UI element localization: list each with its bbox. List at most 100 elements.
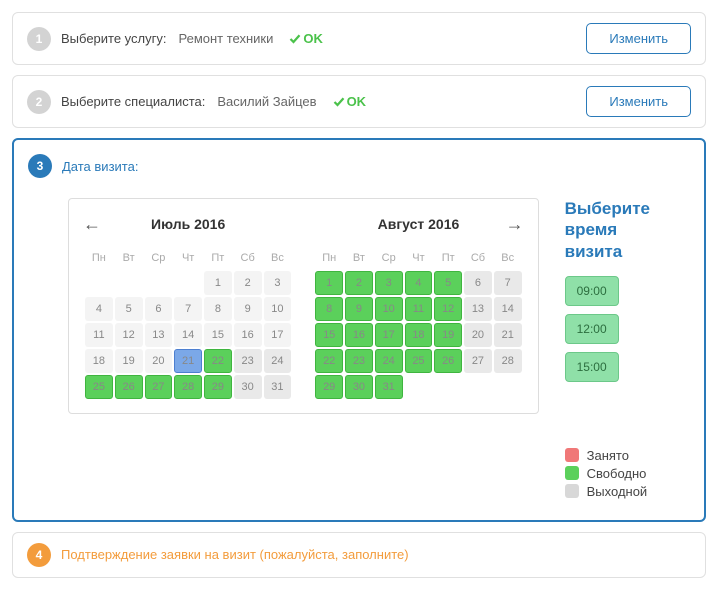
day-cell: 1 [204,271,232,295]
day-cell: 28 [494,349,522,373]
time-panel: Выберите время визита 09:0012:0015:00 За… [565,198,650,502]
day-cell[interactable]: 12 [434,297,462,321]
day-cell[interactable]: 9 [345,297,373,321]
legend-free: Свободно [587,466,647,481]
day-cell: 17 [264,323,292,347]
day-empty [115,271,143,295]
dow-header: Пт [434,247,462,269]
day-cell[interactable]: 15 [315,323,343,347]
dow-header: Сб [234,247,262,269]
day-cell: 31 [264,375,292,399]
check-icon [289,33,301,45]
dow-header: Вс [494,247,522,269]
time-slot[interactable]: 15:00 [565,352,619,382]
month-title: Август 2016 [378,216,460,232]
day-cell[interactable]: 1 [315,271,343,295]
day-cell[interactable]: 26 [434,349,462,373]
step-label: Дата визита: [62,159,138,174]
ok-text: OK [347,94,367,109]
step-number: 3 [28,154,52,178]
ok-badge: OK [333,94,367,109]
step-specialist: 2 Выберите специалиста: Василий Зайцев O… [12,75,706,128]
day-cell[interactable]: 22 [204,349,232,373]
prev-month-button[interactable]: ← [83,214,101,235]
check-icon [333,96,345,108]
day-cell: 2 [234,271,262,295]
swatch-off [565,484,579,498]
step-label: Выберите услугу: [61,31,166,46]
day-cell[interactable]: 25 [85,375,113,399]
day-cell[interactable]: 16 [345,323,373,347]
time-slot[interactable]: 12:00 [565,314,619,344]
specialist-value: Василий Зайцев [217,94,316,109]
day-cell: 4 [85,297,113,321]
day-cell: 9 [234,297,262,321]
ok-text: OK [303,31,323,46]
day-cell[interactable]: 29 [204,375,232,399]
day-cell[interactable]: 21 [174,349,202,373]
legend-busy: Занято [587,448,629,463]
day-empty [494,375,522,399]
day-cell[interactable]: 2 [345,271,373,295]
day-cell: 27 [464,349,492,373]
day-empty [405,375,433,399]
dow-header: Вс [264,247,292,269]
day-empty [174,271,202,295]
day-cell: 6 [145,297,173,321]
day-cell[interactable]: 25 [405,349,433,373]
day-cell[interactable]: 28 [174,375,202,399]
day-cell[interactable]: 27 [145,375,173,399]
day-cell: 21 [494,323,522,347]
day-cell: 13 [145,323,173,347]
day-cell: 24 [264,349,292,373]
dow-header: Вт [115,247,143,269]
month-right: Август 2016 → ПнВтСрЧтПтСбВс123456789101… [313,211,523,401]
day-cell: 12 [115,323,143,347]
day-cell[interactable]: 26 [115,375,143,399]
day-cell: 10 [264,297,292,321]
day-cell: 14 [494,297,522,321]
next-month-button[interactable]: → [506,214,524,235]
day-cell: 7 [174,297,202,321]
change-service-button[interactable]: Изменить [586,23,691,54]
day-cell[interactable]: 3 [375,271,403,295]
month-left: ← Июль 2016 ПнВтСрЧтПтСбВс12345678910111… [83,211,293,401]
day-empty [464,375,492,399]
day-cell[interactable]: 10 [375,297,403,321]
day-cell: 7 [494,271,522,295]
day-cell[interactable]: 24 [375,349,403,373]
legend-off: Выходной [587,484,648,499]
day-empty [85,271,113,295]
day-cell[interactable]: 5 [434,271,462,295]
change-specialist-button[interactable]: Изменить [586,86,691,117]
day-cell[interactable]: 17 [375,323,403,347]
day-cell: 19 [115,349,143,373]
swatch-free [565,466,579,480]
dow-header: Пн [85,247,113,269]
step-number: 4 [27,543,51,567]
day-cell: 20 [145,349,173,373]
day-cell[interactable]: 22 [315,349,343,373]
dow-header: Пт [204,247,232,269]
day-cell[interactable]: 11 [405,297,433,321]
day-cell[interactable]: 30 [345,375,373,399]
dow-header: Чт [405,247,433,269]
day-cell: 20 [464,323,492,347]
day-cell[interactable]: 18 [405,323,433,347]
step-service: 1 Выберите услугу: Ремонт техники OK Изм… [12,12,706,65]
day-cell[interactable]: 23 [345,349,373,373]
time-slot[interactable]: 09:00 [565,276,619,306]
time-slots: 09:00 12:00 15:00 [565,276,650,382]
day-cell[interactable]: 31 [375,375,403,399]
dow-header: Сб [464,247,492,269]
day-cell[interactable]: 29 [315,375,343,399]
day-cell[interactable]: 4 [405,271,433,295]
legend: Занято Свободно Выходной [565,448,650,499]
swatch-busy [565,448,579,462]
day-cell[interactable]: 8 [315,297,343,321]
step-number: 1 [27,27,51,51]
day-cell[interactable]: 19 [434,323,462,347]
day-cell: 8 [204,297,232,321]
step-date: 3 Дата визита: ← Июль 2016 ПнВтСрЧтПтСбВ… [12,138,706,522]
step-label: Выберите специалиста: [61,94,205,109]
